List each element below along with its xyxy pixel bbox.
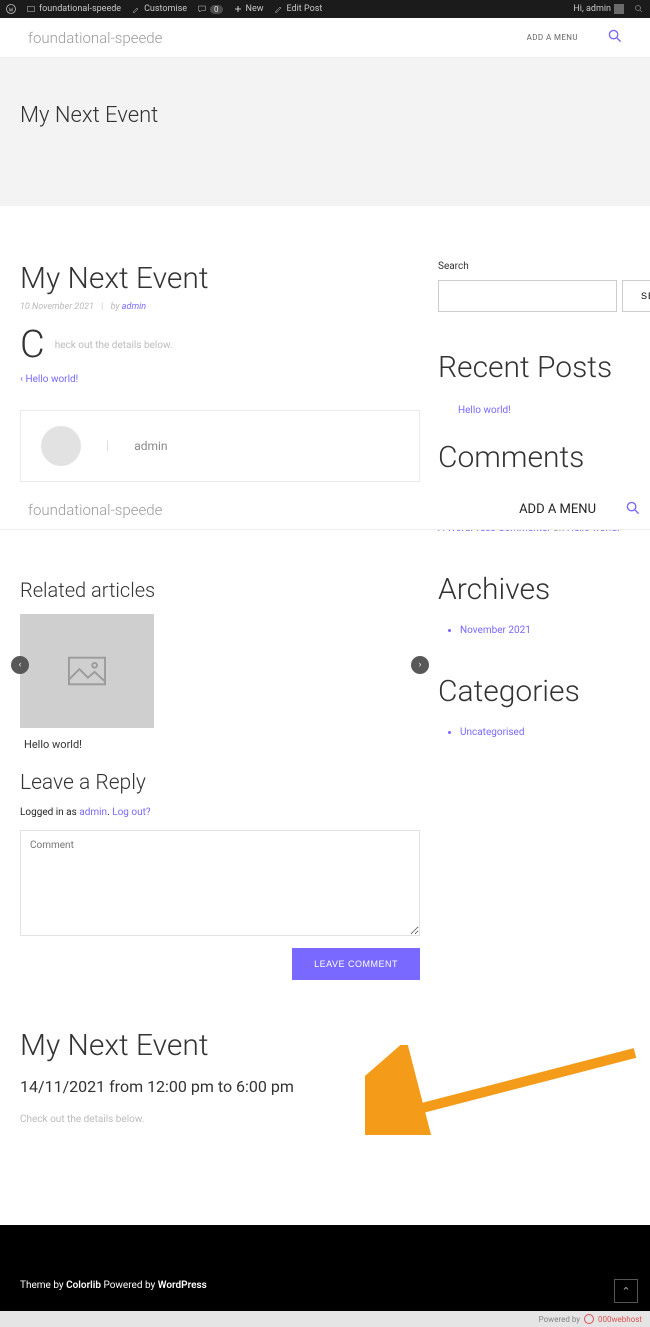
list-item: Uncategorised [460, 727, 650, 738]
sticky-site-title[interactable]: foundational-speede [28, 501, 162, 519]
host-badge: Powered by 000webhost [0, 1311, 650, 1327]
sidebar-search-input[interactable] [438, 280, 617, 312]
prev-post-link[interactable]: ‹ Hello world! [20, 374, 420, 385]
admin-edit-post[interactable]: Edit Post [274, 4, 323, 14]
carousel-prev-button[interactable]: ‹ [11, 656, 29, 674]
host-name: 000webhost [598, 1315, 642, 1324]
sticky-search-icon[interactable] [626, 501, 640, 519]
post-excerpt: heck out the details below. [55, 340, 173, 351]
sidebar-categories-heading: Categories [438, 674, 650, 709]
sidebar-recent-posts-heading: Recent Posts [438, 350, 650, 385]
sticky-nav: foundational-speede ADD A MENU [0, 490, 650, 530]
event-title: My Next Event [20, 1028, 420, 1063]
site-title[interactable]: foundational-speede [28, 29, 162, 47]
footer-powered-by: Powered by [101, 1280, 158, 1291]
primary-nav: foundational-speede ADD A MENU [0, 18, 650, 58]
dropcap: C [20, 326, 45, 364]
footer-wordpress-link[interactable]: WordPress [158, 1280, 207, 1291]
admin-greeting[interactable]: Hi, admin [573, 4, 624, 14]
logout-link[interactable]: Log out? [112, 807, 150, 818]
sidebar-comments-heading: Comments [438, 440, 650, 475]
list-item: November 2021 [460, 625, 650, 636]
logged-in-text: Logged in as admin. Log out? [20, 807, 420, 818]
admin-customise[interactable]: Customise [131, 4, 187, 14]
reply-heading: Leave a Reply [20, 771, 420, 795]
admin-site-link[interactable]: foundational-speede [26, 4, 121, 14]
author-name: admin [134, 439, 167, 453]
post-date: 10 November 2021 [20, 302, 94, 312]
related-carousel: ‹ Hello world! › [20, 614, 420, 751]
host-powered-label: Powered by [539, 1315, 580, 1324]
related-thumbnail[interactable] [20, 614, 154, 728]
post-meta: 10 November 2021 | by admin [20, 302, 420, 312]
wp-admin-bar: foundational-speede Customise 0 New Edit… [0, 0, 650, 18]
add-menu-link[interactable]: ADD A MENU [527, 33, 578, 42]
sidebar-archives-heading: Archives [438, 572, 650, 607]
post-by-label: by [111, 302, 122, 312]
carousel-next-button[interactable]: › [411, 656, 429, 674]
wp-logo-icon[interactable] [6, 4, 16, 14]
related-item-title[interactable]: Hello world! [20, 738, 420, 751]
footer-colorlib-link[interactable]: Colorlib [66, 1280, 101, 1291]
page-title: My Next Event [20, 103, 630, 128]
avatar-icon [614, 4, 624, 14]
image-placeholder-icon [68, 656, 106, 686]
author-avatar [41, 426, 81, 466]
event-time: 14/11/2021 from 12:00 pm to 6:00 pm [20, 1077, 420, 1096]
post-author-link[interactable]: admin [122, 302, 146, 312]
page-hero: My Next Event [0, 58, 650, 206]
logged-user-link[interactable]: admin [79, 807, 107, 818]
admin-comments[interactable]: 0 [197, 4, 223, 14]
sidebar-search-label: Search [438, 261, 650, 272]
site-footer: Theme by Colorlib Powered by WordPress ⌃ [0, 1225, 650, 1311]
archive-link[interactable]: November 2021 [460, 625, 531, 636]
host-icon [584, 1314, 594, 1324]
author-box: | admin [20, 410, 420, 482]
back-to-top-button[interactable]: ⌃ [614, 1279, 638, 1303]
leave-comment-button[interactable]: LEAVE COMMENT [292, 948, 420, 980]
category-link[interactable]: Uncategorised [460, 727, 525, 738]
comment-textarea[interactable] [20, 830, 420, 936]
admin-new[interactable]: New [233, 4, 264, 14]
related-heading: Related articles [20, 578, 420, 602]
post-title: My Next Event [20, 261, 420, 296]
sidebar-search-button[interactable]: SEARCH [622, 280, 650, 312]
divider: | [106, 439, 109, 454]
sticky-add-menu[interactable]: ADD A MENU [519, 502, 596, 517]
event-description: Check out the details below. [20, 1114, 420, 1125]
recent-post-link[interactable]: Hello world! [458, 405, 650, 416]
search-icon[interactable] [608, 29, 622, 47]
admin-search-icon[interactable] [634, 4, 644, 14]
footer-theme-by: Theme by [20, 1280, 66, 1291]
